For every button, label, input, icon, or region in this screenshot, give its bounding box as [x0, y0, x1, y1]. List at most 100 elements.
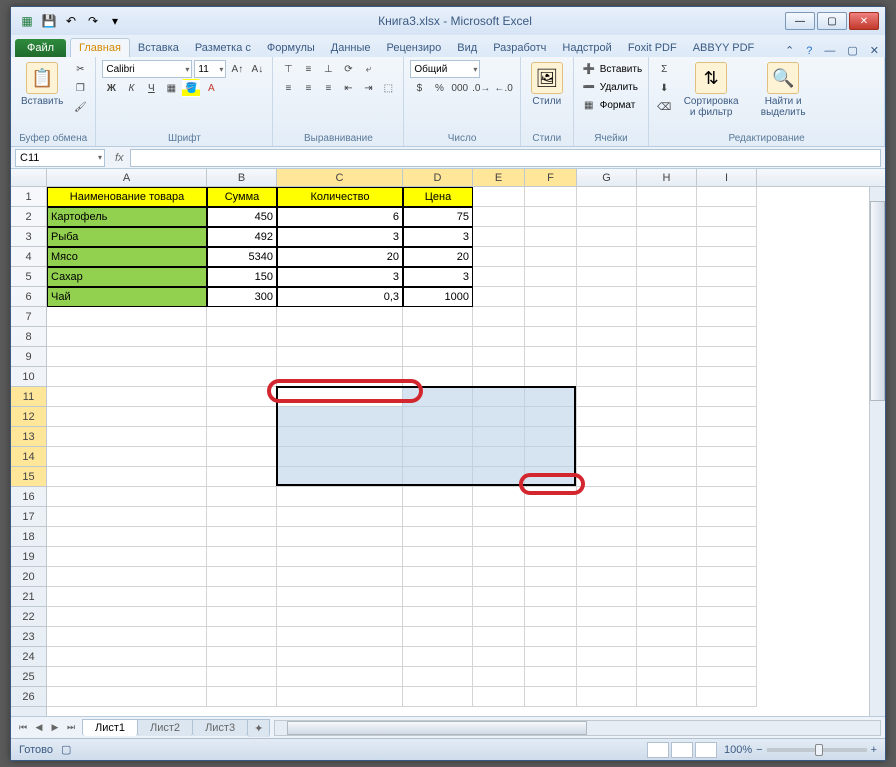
clear-icon[interactable]: ⌫	[655, 98, 673, 116]
page-break-view-button[interactable]	[695, 742, 717, 758]
fx-icon[interactable]: fx	[109, 152, 130, 164]
cell-I11[interactable]	[697, 387, 757, 407]
cell-E3[interactable]	[473, 227, 525, 247]
cell-G4[interactable]	[577, 247, 637, 267]
cell-G17[interactable]	[577, 507, 637, 527]
cell-E8[interactable]	[473, 327, 525, 347]
sheet-nav-first-icon[interactable]: ⏮	[15, 722, 31, 733]
hscroll-thumb[interactable]	[287, 721, 587, 735]
cell-E26[interactable]	[473, 687, 525, 707]
autosum-icon[interactable]: Σ	[655, 60, 673, 78]
cell-E2[interactable]	[473, 207, 525, 227]
tab-insert[interactable]: Вставка	[130, 39, 187, 57]
cell-D25[interactable]	[403, 667, 473, 687]
cell-A15[interactable]	[47, 467, 207, 487]
insert-cells-button[interactable]: ➕	[580, 60, 598, 78]
vscroll-thumb[interactable]	[870, 201, 885, 401]
table-cell-r6-c2[interactable]: 0,3	[277, 287, 403, 307]
cell-G1[interactable]	[577, 187, 637, 207]
cell-H17[interactable]	[637, 507, 697, 527]
cell-I1[interactable]	[697, 187, 757, 207]
cell-D23[interactable]	[403, 627, 473, 647]
minimize-button[interactable]: —	[785, 12, 815, 30]
cell-C19[interactable]	[277, 547, 403, 567]
cell-C22[interactable]	[277, 607, 403, 627]
number-format-combo[interactable]: Общий	[410, 60, 480, 78]
row-header-22[interactable]: 22	[11, 607, 46, 627]
cell-C24[interactable]	[277, 647, 403, 667]
table-cell-r3-c0[interactable]: Рыба	[47, 227, 207, 247]
cell-G22[interactable]	[577, 607, 637, 627]
cell-G3[interactable]	[577, 227, 637, 247]
cell-G24[interactable]	[577, 647, 637, 667]
cell-A10[interactable]	[47, 367, 207, 387]
cell-G11[interactable]	[577, 387, 637, 407]
cell-D20[interactable]	[403, 567, 473, 587]
cell-B23[interactable]	[207, 627, 277, 647]
cell-H11[interactable]	[637, 387, 697, 407]
horizontal-scrollbar[interactable]	[274, 720, 881, 736]
cell-I24[interactable]	[697, 647, 757, 667]
border-icon[interactable]: ▦	[162, 79, 180, 97]
cell-G12[interactable]	[577, 407, 637, 427]
table-cell-r6-c3[interactable]: 1000	[403, 287, 473, 307]
cell-D24[interactable]	[403, 647, 473, 667]
cell-F16[interactable]	[525, 487, 577, 507]
cell-E19[interactable]	[473, 547, 525, 567]
cell-I13[interactable]	[697, 427, 757, 447]
zoom-out-button[interactable]: −	[756, 744, 762, 756]
table-cell-r5-c1[interactable]: 150	[207, 267, 277, 287]
cell-I7[interactable]	[697, 307, 757, 327]
increase-decimal-icon[interactable]: .0→	[471, 79, 491, 97]
cell-H15[interactable]	[637, 467, 697, 487]
cell-G18[interactable]	[577, 527, 637, 547]
table-cell-r5-c2[interactable]: 3	[277, 267, 403, 287]
cell-G23[interactable]	[577, 627, 637, 647]
cell-B10[interactable]	[207, 367, 277, 387]
table-cell-r2-c2[interactable]: 6	[277, 207, 403, 227]
zoom-in-button[interactable]: +	[871, 744, 877, 756]
save-icon[interactable]: 💾	[39, 11, 59, 31]
qat-more-icon[interactable]: ▾	[105, 11, 125, 31]
cell-G5[interactable]	[577, 267, 637, 287]
percent-icon[interactable]: %	[430, 79, 448, 97]
increase-indent-icon[interactable]: ⇥	[359, 79, 377, 97]
paste-button[interactable]: 📋 Вставить	[17, 60, 67, 109]
font-size-combo[interactable]: 11	[194, 60, 226, 78]
cell-A17[interactable]	[47, 507, 207, 527]
undo-icon[interactable]: ↶	[61, 11, 81, 31]
format-painter-icon[interactable]: 🖌	[71, 98, 89, 116]
cell-H20[interactable]	[637, 567, 697, 587]
cell-C26[interactable]	[277, 687, 403, 707]
find-select-button[interactable]: 🔍 Найти и выделить	[749, 60, 817, 120]
format-cells-button[interactable]: ▦	[580, 96, 598, 114]
table-cell-r5-c3[interactable]: 3	[403, 267, 473, 287]
cell-I26[interactable]	[697, 687, 757, 707]
cell-I19[interactable]	[697, 547, 757, 567]
redo-icon[interactable]: ↷	[83, 11, 103, 31]
cell-B19[interactable]	[207, 547, 277, 567]
normal-view-button[interactable]	[647, 742, 669, 758]
align-right-icon[interactable]: ≡	[319, 79, 337, 97]
cell-E16[interactable]	[473, 487, 525, 507]
page-layout-view-button[interactable]	[671, 742, 693, 758]
cell-H14[interactable]	[637, 447, 697, 467]
tab-data[interactable]: Данные	[323, 39, 379, 57]
cell-C21[interactable]	[277, 587, 403, 607]
cut-icon[interactable]: ✂	[71, 60, 89, 78]
font-name-combo[interactable]: Calibri	[102, 60, 192, 78]
cell-C16[interactable]	[277, 487, 403, 507]
cell-H23[interactable]	[637, 627, 697, 647]
row-header-1[interactable]: 1	[11, 187, 46, 207]
cell-B18[interactable]	[207, 527, 277, 547]
bold-button[interactable]: Ж	[102, 79, 120, 97]
cell-I17[interactable]	[697, 507, 757, 527]
fill-color-icon[interactable]: 🪣	[182, 79, 200, 97]
cell-A14[interactable]	[47, 447, 207, 467]
cell-D19[interactable]	[403, 547, 473, 567]
column-header-E[interactable]: E	[473, 169, 525, 186]
tab-formulas[interactable]: Формулы	[259, 39, 323, 57]
cell-E7[interactable]	[473, 307, 525, 327]
cell-F1[interactable]	[525, 187, 577, 207]
formula-input[interactable]	[130, 149, 881, 167]
